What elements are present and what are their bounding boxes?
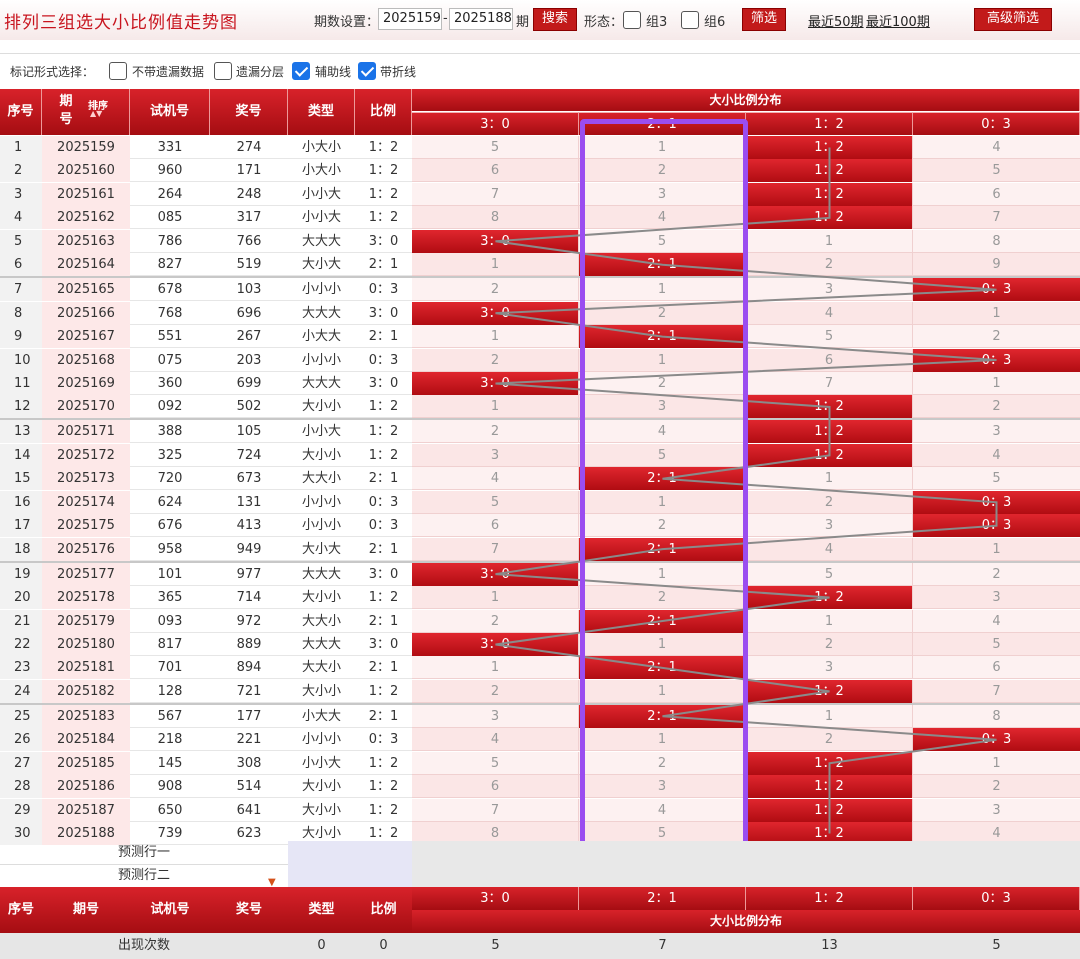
stats-type: 0 [317, 938, 326, 953]
footer-cat-1: 2：1 [579, 887, 746, 910]
stats-label: 出现次数 [117, 938, 170, 953]
predict-input-area[interactable] [288, 841, 412, 887]
stats-count-1: 7 [658, 938, 667, 953]
predict-grid[interactable] [412, 841, 1080, 887]
footer-ratio: 比例 [355, 887, 412, 933]
footer-period: 期号 [42, 887, 130, 933]
footer-cat-3: 0：3 [913, 887, 1080, 910]
footer-cat-0: 3：0 [412, 887, 579, 910]
footer-distribution: 大小比例分布 [412, 910, 1080, 933]
stats-count-2: 13 [821, 938, 838, 953]
predict-row-2: 预测行二 [117, 868, 170, 883]
predict-row-1: 预测行一 [0, 841, 288, 865]
stats-ratio: 0 [379, 938, 388, 953]
footer-prize: 奖号 [210, 887, 288, 933]
footer-cat-2: 1：2 [746, 887, 913, 910]
column-2-1-highlight [580, 119, 748, 857]
footer-seq: 序号 [0, 887, 42, 933]
footer-test: 试机号 [130, 887, 210, 933]
stats-count-0: 5 [491, 938, 500, 953]
stats-count-3: 5 [992, 938, 1001, 953]
footer-type: 类型 [288, 887, 355, 933]
trend-lines [495, 147, 998, 834]
